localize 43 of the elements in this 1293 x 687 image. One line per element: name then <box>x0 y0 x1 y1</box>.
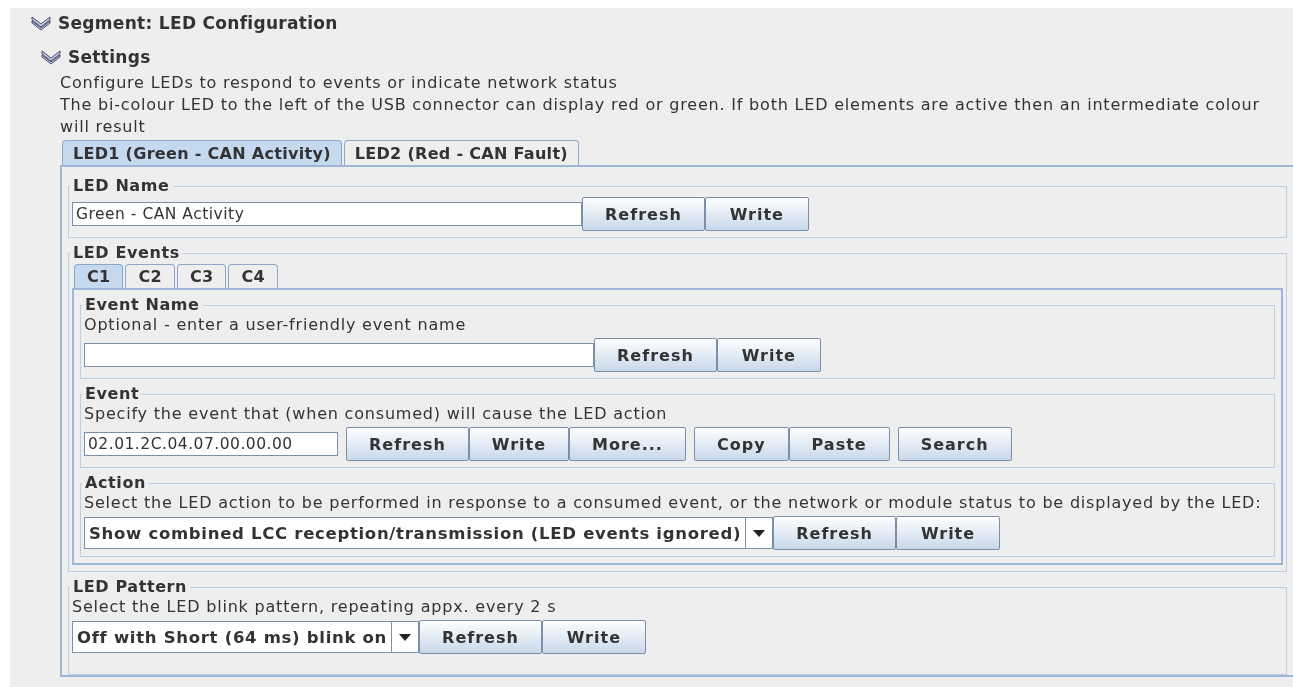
group-title: Event Name <box>84 296 201 314</box>
action-button[interactable]: Write <box>896 516 1000 550</box>
input-field[interactable] <box>84 343 594 367</box>
settings-title: Settings <box>68 47 151 67</box>
caret-icon <box>399 633 412 641</box>
action-button[interactable]: Write <box>468 427 570 461</box>
action-button[interactable]: Copy <box>693 427 789 461</box>
action-button[interactable]: More... <box>569 427 686 461</box>
segment-title: Segment: LED Configuration <box>58 13 338 33</box>
group-title: LED Pattern <box>72 578 189 596</box>
event-tab[interactable]: C3 <box>176 264 227 288</box>
group-title: Action <box>84 474 147 492</box>
action-button[interactable]: Refresh <box>419 620 542 654</box>
event-tab[interactable]: C1 <box>74 264 124 288</box>
action-button[interactable]: Refresh <box>346 427 469 461</box>
action-button[interactable]: Write <box>704 197 809 231</box>
group-title: LED Events <box>72 244 181 262</box>
action-button[interactable]: Write <box>541 620 646 654</box>
action-button[interactable]: Refresh <box>582 197 705 231</box>
description-text: Specify the event that (when consumed) will cause the LED action <box>84 403 669 425</box>
description-text: The bi-colour LED to the left of the USB connector can display red or green. If both LED elements are active then an intermediate colour will result <box>60 94 1261 138</box>
event-tab[interactable]: C4 <box>228 264 278 288</box>
action-button[interactable]: Refresh <box>594 338 717 372</box>
dropdown[interactable]: Off with Short (64 ms) blink on <box>72 621 420 653</box>
led-tab[interactable]: LED1 (Green - CAN Activity) <box>62 140 342 165</box>
action-button[interactable]: Write <box>716 338 821 372</box>
caret-icon <box>753 529 766 537</box>
action-button[interactable]: Search <box>897 427 1012 461</box>
input-field[interactable]: 02.01.2C.04.07.00.00.00 <box>84 432 338 456</box>
event-tab[interactable]: C2 <box>125 264 175 288</box>
description-text: Select the LED action to be performed in response to a consumed event, or the network or module status to be displayed by the LED: <box>84 492 1263 514</box>
led-tab[interactable]: LED2 (Red - CAN Fault) <box>343 140 579 165</box>
description-text: Select the LED blink pattern, repeating appx. every 2 s <box>72 596 558 618</box>
action-button[interactable]: Refresh <box>773 516 896 550</box>
double-chevron-down-icon[interactable] <box>30 15 52 31</box>
group-title: Event <box>84 385 141 403</box>
action-button[interactable]: Paste <box>788 427 890 461</box>
input-field[interactable]: Green - CAN Activity <box>72 202 582 226</box>
group-title: LED Name <box>72 177 171 195</box>
double-chevron-down-icon[interactable] <box>40 49 62 65</box>
description-text: Optional - enter a user-friendly event name <box>84 314 468 336</box>
description-text: Configure LEDs to respond to events or indicate network status <box>60 72 619 94</box>
dropdown[interactable]: Show combined LCC reception/transmission (LED events ignored) <box>84 517 774 549</box>
